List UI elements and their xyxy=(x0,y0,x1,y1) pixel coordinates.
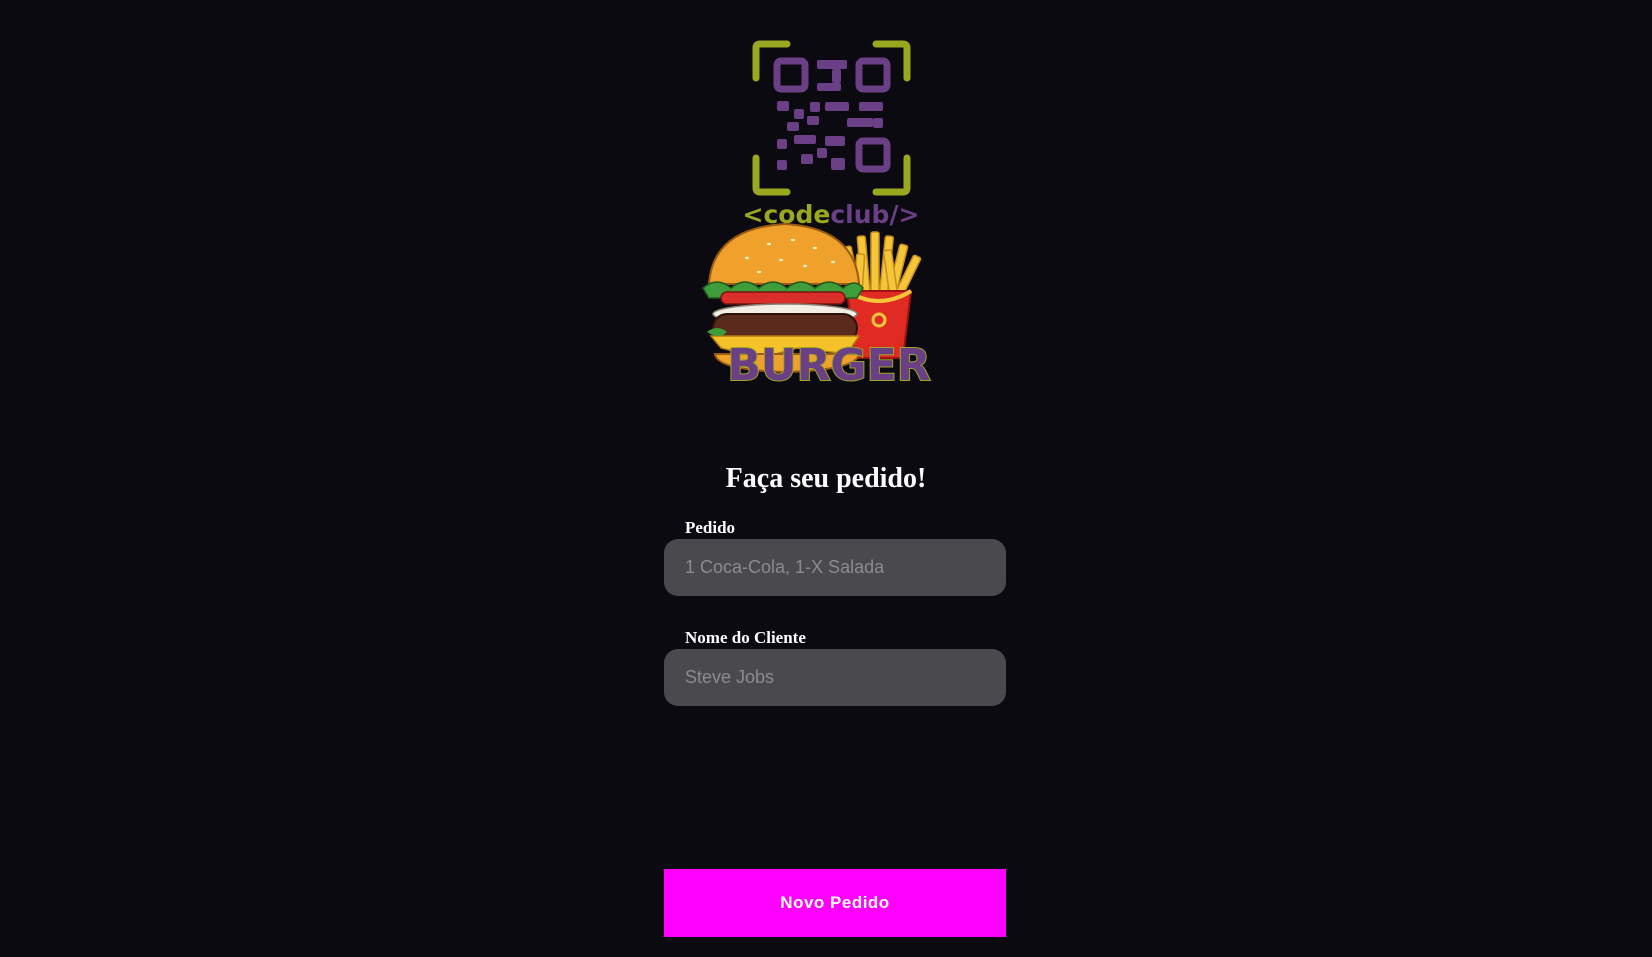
codeclub-burger-logo: <codeclub/> BURGER xyxy=(697,36,967,386)
page-title: Faça seu pedido! xyxy=(725,462,927,494)
new-order-button[interactable]: Novo Pedido xyxy=(664,869,1006,937)
customer-name-field-label: Nome do Cliente xyxy=(685,628,806,647)
order-input[interactable] xyxy=(664,539,1006,596)
customer-name-input[interactable] xyxy=(664,649,1006,706)
burger-wordmark: BURGER xyxy=(727,340,930,386)
order-page: <codeclub/> BURGER Faça seu pedido! Pedi… xyxy=(0,0,1652,957)
order-field-label: Pedido xyxy=(685,518,736,537)
